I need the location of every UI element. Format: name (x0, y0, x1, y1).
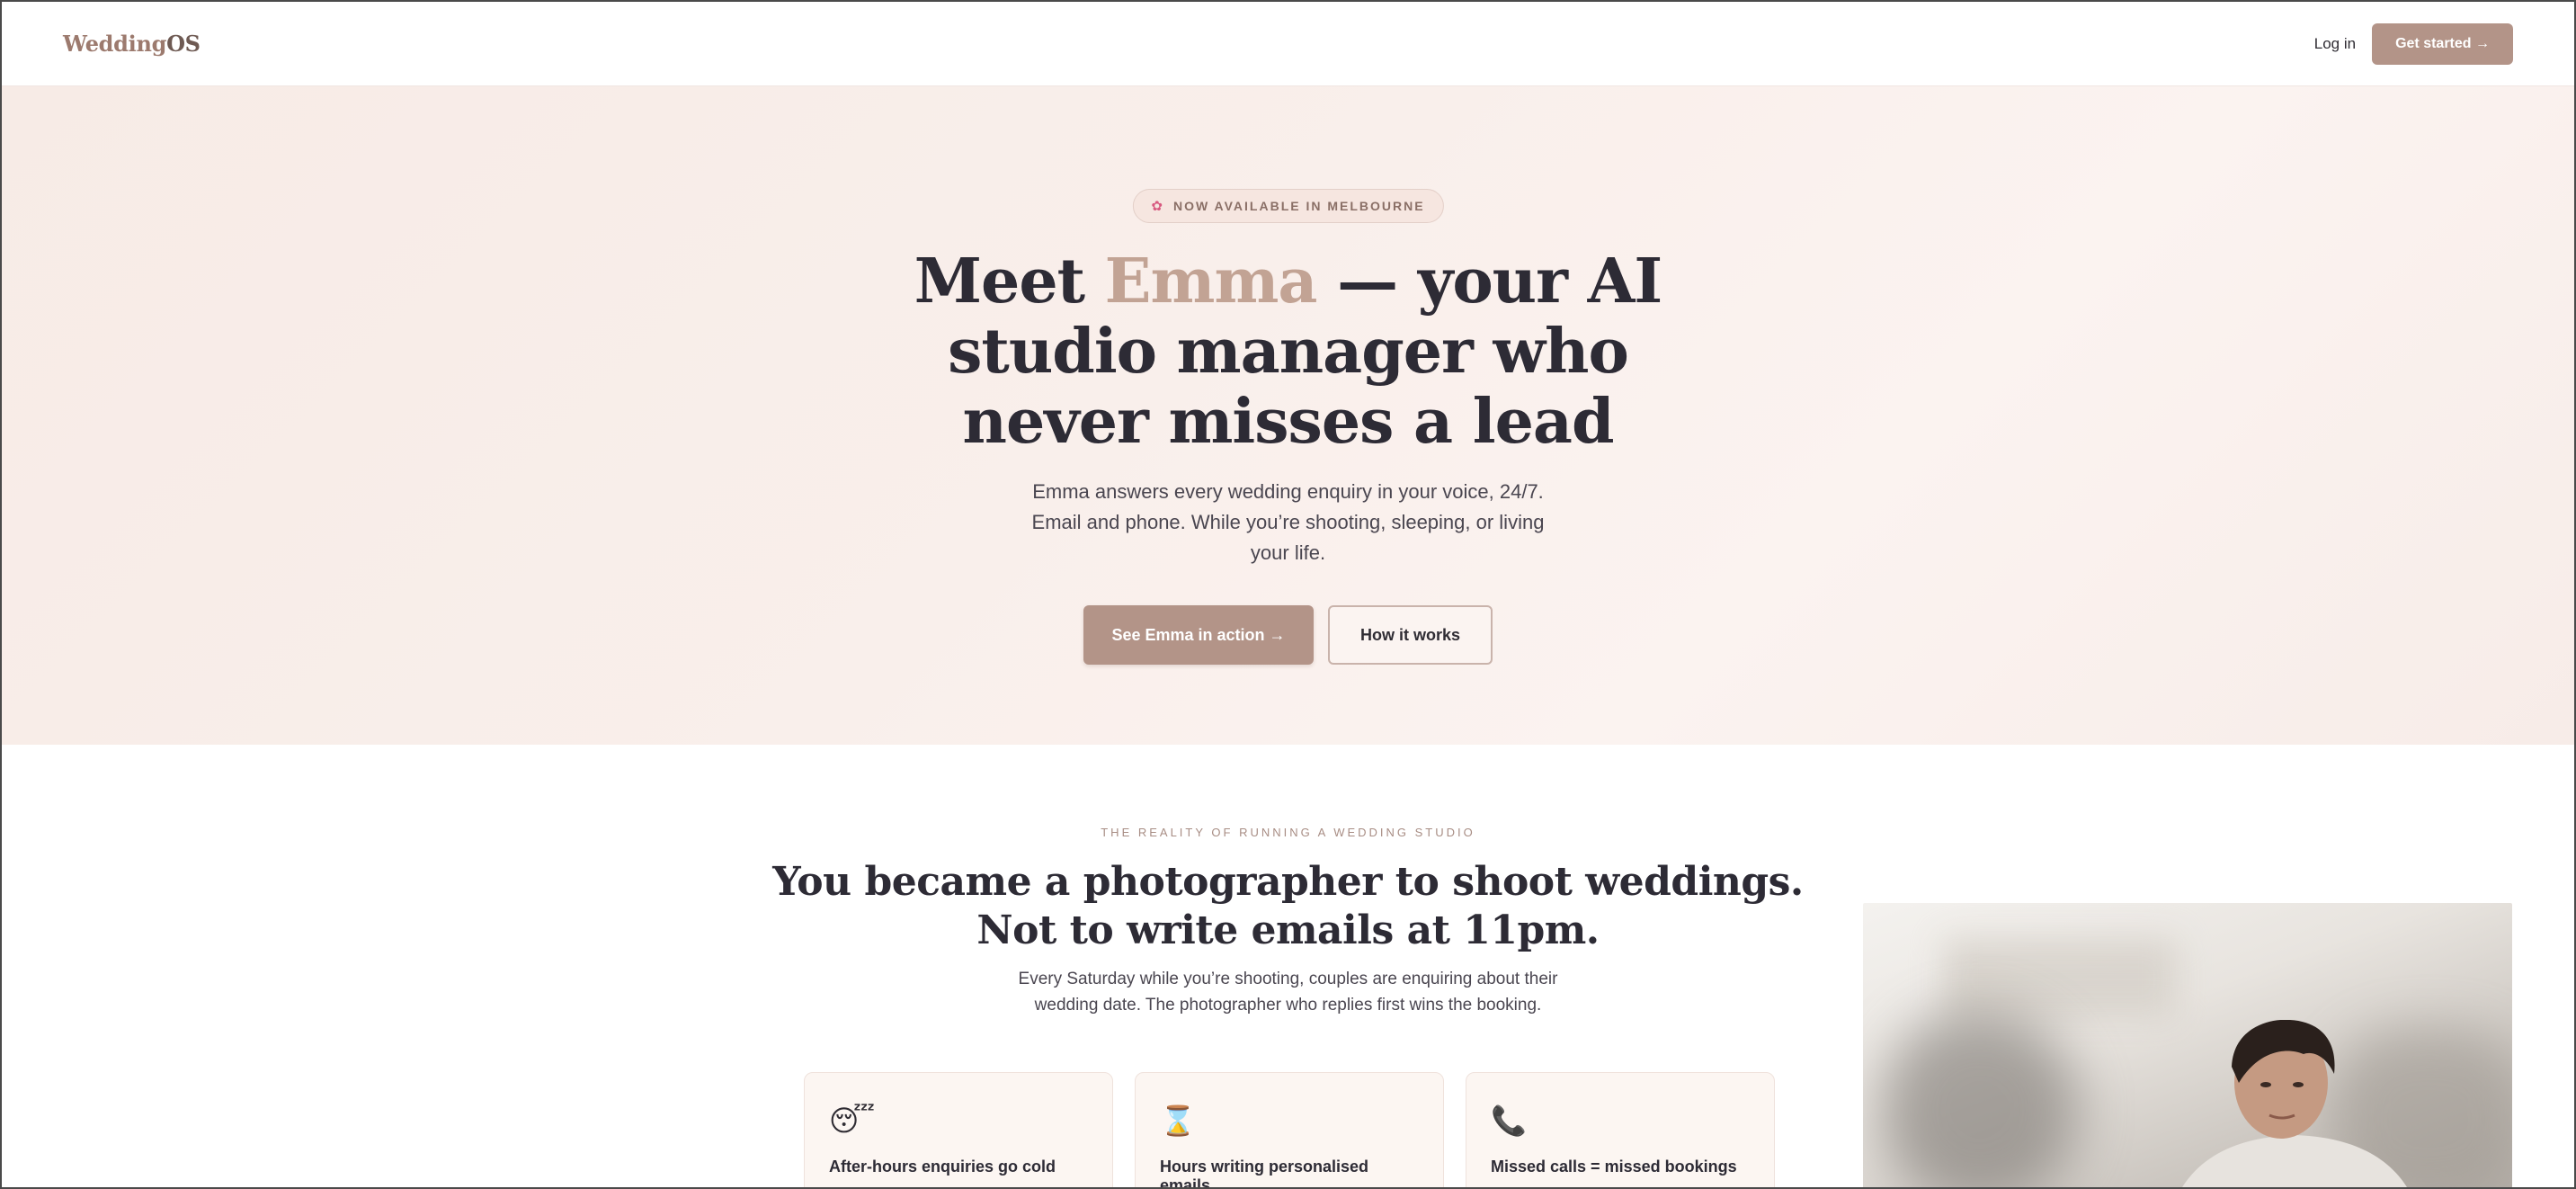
availability-badge: ✿ NOW AVAILABLE IN MELBOURNE (1132, 189, 1444, 223)
webcam-video-overlay[interactable] (1863, 903, 2512, 1187)
video-background-shape (1944, 939, 2178, 1020)
section-subtitle: Every Saturday while you’re shooting, co… (1018, 970, 1558, 1015)
login-link[interactable]: Log in (2311, 26, 2359, 62)
hero-title: Meet Emma — your AI studio manager who n… (2, 246, 2574, 457)
hero-title-rest: — your AI (1316, 246, 1662, 317)
section-eyebrow: THE REALITY OF RUNNING A WEDDING STUDIO (1101, 826, 1475, 839)
video-background-shape (1881, 1011, 2079, 1187)
see-emma-button[interactable]: See Emma in action → (1083, 605, 1314, 665)
flower-icon: ✿ (1151, 199, 1164, 214)
pain-card-title: Hours writing personalised emails (1160, 1158, 1369, 1189)
section-title-line1: You became a photographer to shoot weddi… (772, 859, 1804, 905)
sleeping-face-icon: 😴 (829, 1104, 876, 1137)
availability-badge-text: NOW AVAILABLE IN MELBOURNE (1172, 199, 1425, 213)
presenter-figure (2182, 1020, 2407, 1187)
pain-card: 😴 After-hours enquiries go cold (804, 1072, 1113, 1187)
hero-actions: See Emma in action → How it works (2, 605, 2574, 665)
hero-section: ✿ NOW AVAILABLE IN MELBOURNE Meet Emma —… (2, 86, 2574, 745)
how-it-works-button[interactable]: How it works (1328, 605, 1493, 665)
hero-title-accent: Emma (1104, 246, 1318, 317)
hourglass-icon: ⌛ (1160, 1104, 1196, 1137)
phone-icon: 📞 (1491, 1104, 1527, 1137)
top-nav: WeddingOS Log in Get started → (2, 2, 2574, 86)
hero-title-line3: never misses a lead (962, 386, 1615, 458)
hero-subtitle: Emma answers every wedding enquiry in yo… (1031, 480, 1545, 564)
brand-logo[interactable]: WeddingOS (63, 31, 201, 57)
page: WeddingOS Log in Get started → ✿ NOW AVA… (0, 0, 2576, 1189)
hero-title-prefix: Meet (914, 246, 1105, 317)
hero-title-line2: studio manager who (948, 316, 1629, 388)
brand-name-main: Wedding (63, 31, 167, 57)
nav-actions: Log in Get started → (2311, 22, 2513, 65)
brand-name-suffix: OS (166, 31, 201, 57)
pain-card-title: Missed calls = missed bookings (1491, 1158, 1737, 1176)
section-title-line2: Not to write emails at 11pm. (976, 907, 1600, 953)
pain-card: ⌛ Hours writing personalised emails (1135, 1072, 1444, 1189)
get-started-button[interactable]: Get started → (2372, 22, 2513, 65)
pain-card: 📞 Missed calls = missed bookings (1466, 1072, 1775, 1187)
pain-point-cards: 😴 After-hours enquiries go cold ⌛ Hours … (804, 1072, 1775, 1189)
pain-card-title: After-hours enquiries go cold (829, 1158, 1056, 1176)
